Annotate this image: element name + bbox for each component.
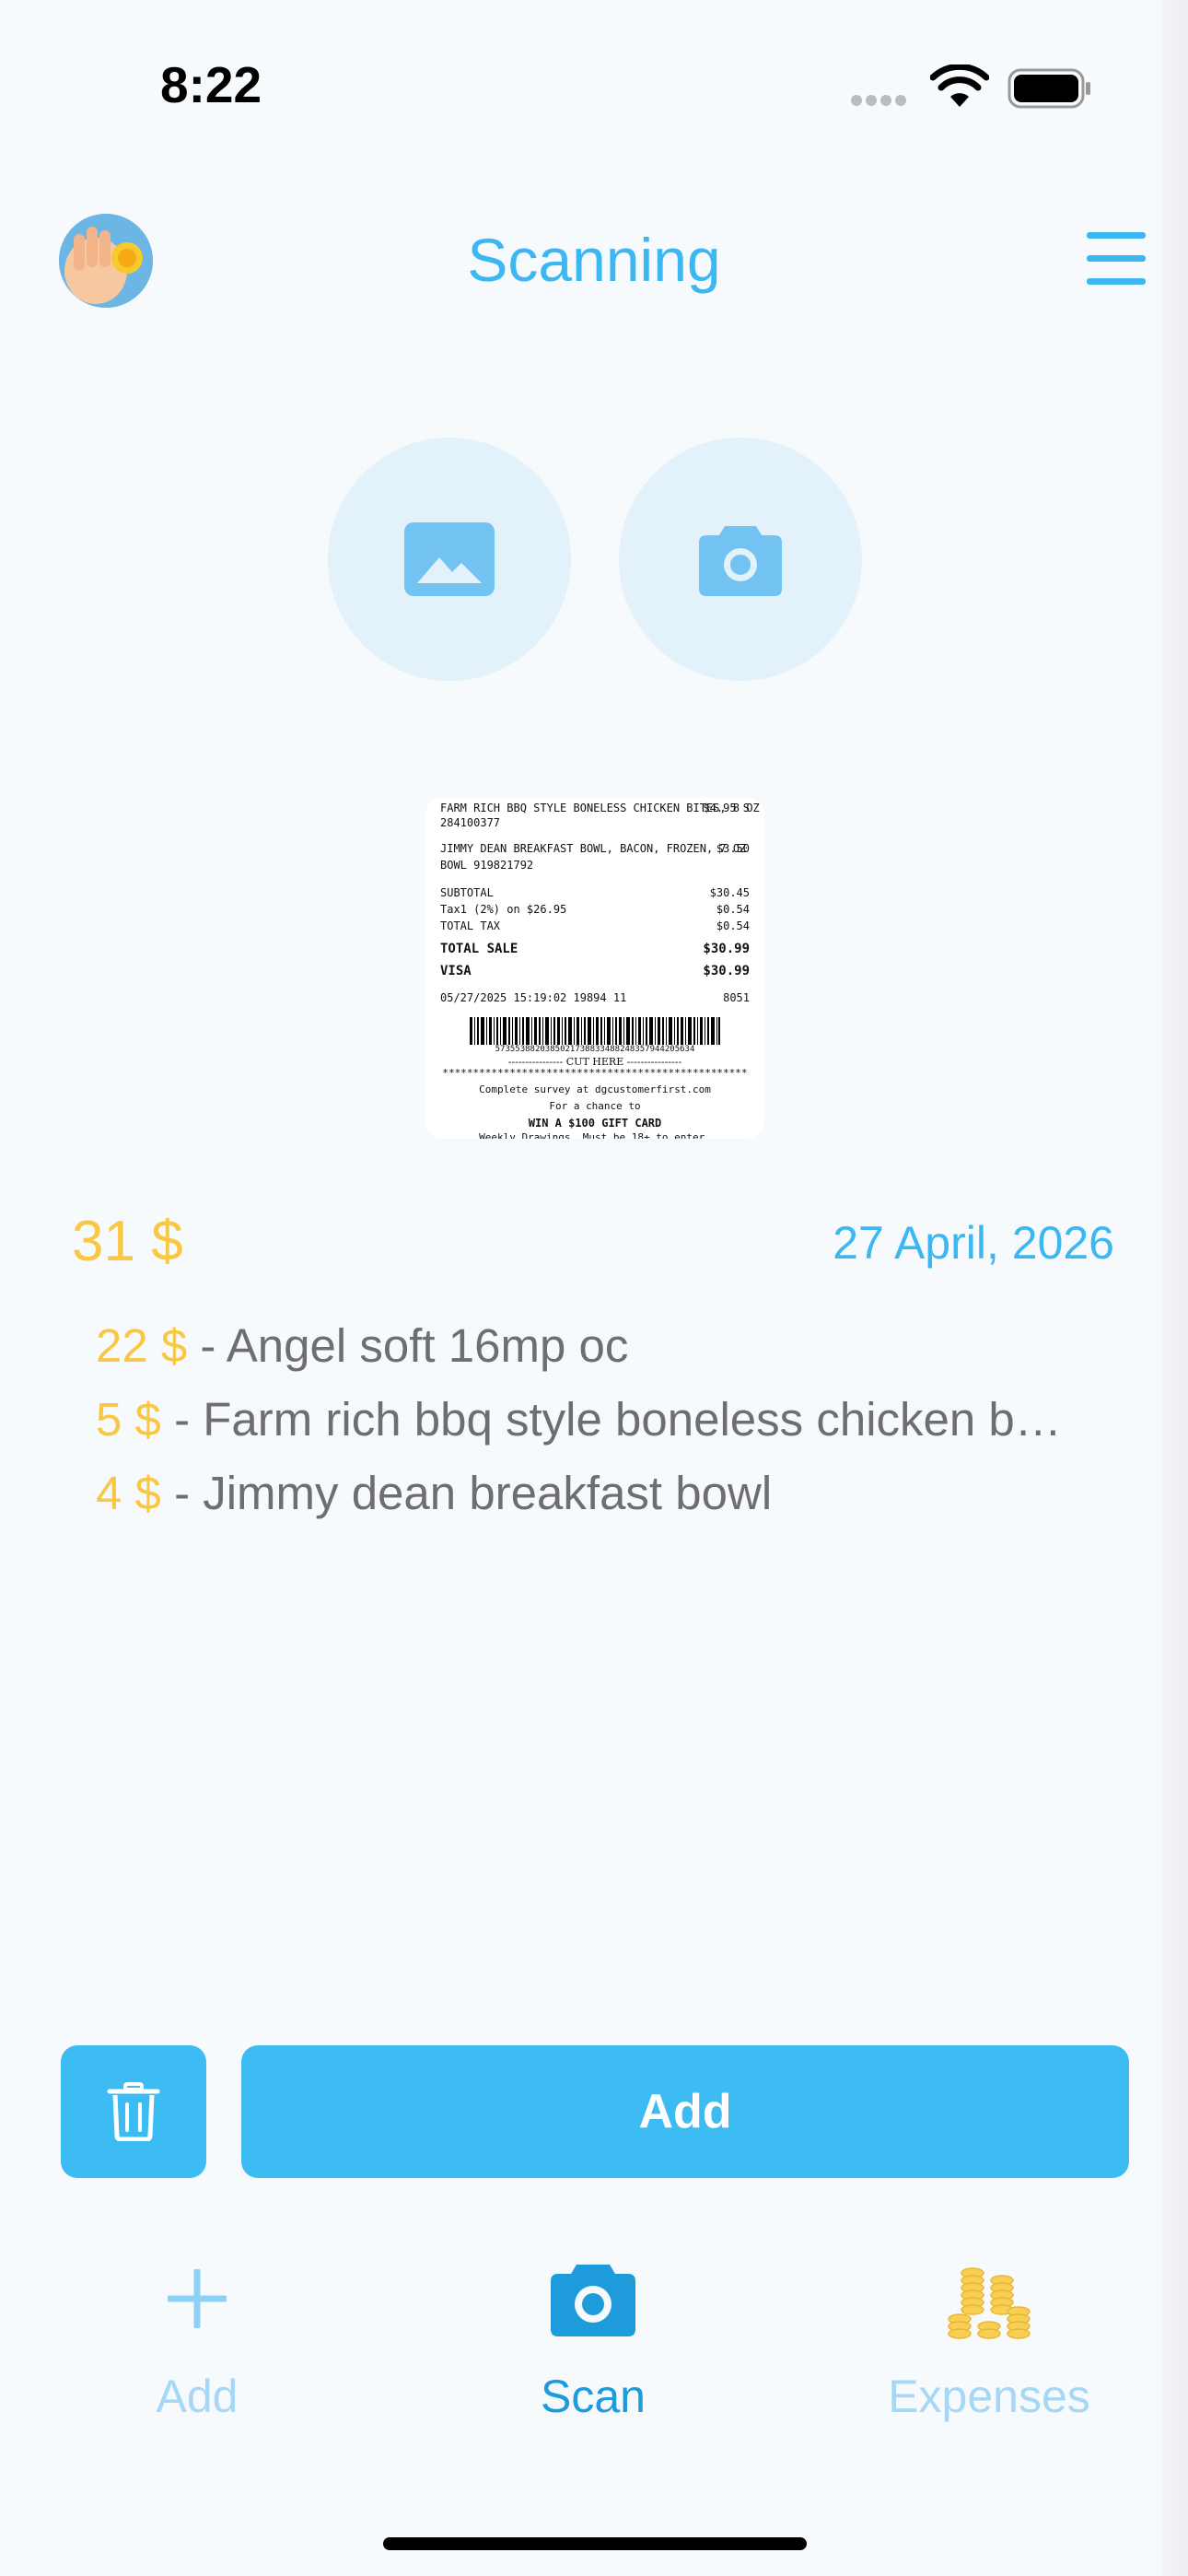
receipt-line: JIMMY DEAN BREAKFAST BOWL, BACON, FROZEN… <box>440 842 750 855</box>
delete-button[interactable] <box>61 2045 206 2178</box>
menu-bar <box>1087 255 1146 262</box>
receipt-line: SUBTOTAL $30.45 <box>440 886 750 899</box>
receipt-line: TOTAL TAX $0.54 <box>440 919 750 932</box>
menu-bar <box>1087 232 1146 239</box>
chance-line: For a chance to <box>549 1100 641 1112</box>
camera-icon <box>551 2265 635 2336</box>
receipt-line: VISA $30.99 <box>440 964 750 978</box>
tab-expenses-label: Expenses <box>888 2371 1090 2422</box>
item-price: 5 $ <box>96 1393 161 1446</box>
wifi-icon <box>930 64 989 107</box>
survey-line: Complete survey at dgcustomerfirst.com <box>479 1083 711 1095</box>
list-item[interactable]: 5 $ - Farm rich bbq style boneless chick… <box>96 1388 1090 1461</box>
page-title: Scanning <box>467 226 721 294</box>
receipt-line: 05/27/2025 15:19:02 19894 11 8051 <box>440 991 750 1004</box>
barcode-number: 5735538820385021738833488248357944205634 <box>495 1045 695 1054</box>
status-time: 8:22 <box>160 56 262 113</box>
add-button[interactable]: Add <box>241 2045 1129 2178</box>
home-indicator[interactable] <box>383 2537 807 2550</box>
receipt-line: FARM RICH BBQ STYLE BONELESS CHICKEN BIT… <box>440 802 760 814</box>
tab-expenses[interactable]: Expenses <box>851 2248 1127 2423</box>
item-price: 4 $ <box>96 1467 161 1519</box>
coins-icon <box>948 2267 1031 2339</box>
receipt-line: TOTAL SALE $30.99 <box>440 942 750 956</box>
trash-icon <box>107 2082 160 2141</box>
receipt-line: BOWL 919821792 <box>440 859 534 872</box>
total-amount: 31 $ <box>72 1210 183 1273</box>
tab-scan-label: Scan <box>541 2371 646 2422</box>
item-name: - Jimmy dean breakfast bowl <box>160 1467 773 1519</box>
item-name: - Angel soft 16mp oc <box>187 1319 629 1372</box>
menu-bar <box>1087 278 1146 285</box>
camera-icon <box>699 526 782 596</box>
list-item[interactable]: 4 $ - Jimmy dean breakfast bowl <box>96 1461 1090 1535</box>
receipt-preview[interactable]: FARM RICH BBQ STYLE BONELESS CHICKEN BIT… <box>425 798 764 1139</box>
item-name: - Farm rich bbq style boneless chicken b… <box>160 1393 1062 1446</box>
cellular-signal-icon <box>851 94 910 111</box>
receipt-line: 284100377 <box>440 816 501 829</box>
tab-scan[interactable]: Scan <box>455 2248 731 2423</box>
stars-line: ****************************************… <box>442 1067 748 1079</box>
camera-button[interactable] <box>619 438 862 681</box>
image-icon <box>404 522 495 596</box>
item-price: 22 $ <box>96 1319 188 1372</box>
battery-icon <box>1007 68 1090 109</box>
barcode <box>470 1017 720 1045</box>
win-line: WIN A $100 GIFT CARD <box>528 1117 662 1130</box>
receipt-line: Tax1 (2%) on $26.95 $0.54 <box>440 903 750 916</box>
receipt-date[interactable]: 27 April, 2026 <box>833 1216 1114 1270</box>
list-item[interactable]: 22 $ - Angel soft 16mp oc <box>96 1314 1090 1388</box>
right-edge-shadow <box>1162 0 1188 2576</box>
plus-icon <box>168 2269 227 2328</box>
item-list: 22 $ - Angel soft 16mp oc 5 $ - Farm ric… <box>96 1314 1109 1535</box>
tab-add-label: Add <box>156 2371 239 2422</box>
gallery-button[interactable] <box>328 438 571 681</box>
weekly-line: Weekly Drawings. Must be 18+ to enter. <box>479 1131 711 1139</box>
menu-button[interactable] <box>1087 232 1146 287</box>
tab-add[interactable]: Add <box>59 2248 335 2423</box>
